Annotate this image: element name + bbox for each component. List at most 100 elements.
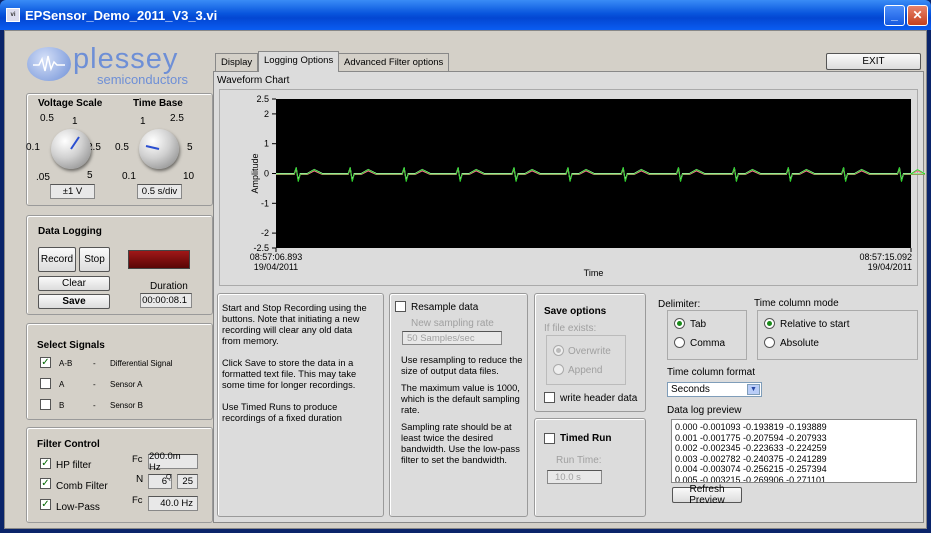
timed-run-panel: Timed Run Run Time: 10.0 s — [534, 418, 646, 517]
filter-control-panel: Filter Control ✓ HP filter Fc 200.0m Hz … — [26, 427, 213, 523]
scale-panel: Voltage Scale Time Base 0.5 1 0.1 2.5 .0… — [26, 93, 213, 206]
lp-fc-label: Fc — [132, 495, 143, 506]
signal-checkbox[interactable] — [40, 378, 51, 389]
hp-filter-label: HP filter — [56, 460, 92, 471]
save-options-title: Save options — [544, 306, 607, 317]
select-signals-title: Select Signals — [37, 340, 105, 351]
x-end-time: 08:57:15.092 — [859, 252, 912, 262]
preview-line: 0.004 -0.003074 -0.256215 -0.257394 — [675, 464, 827, 474]
sampling-rate-input[interactable]: 50 Samples/sec — [402, 331, 502, 345]
preview-line: 0.001 -0.001775 -0.207594 -0.207933 — [675, 432, 827, 443]
timed-run-label: Timed Run — [560, 433, 612, 444]
help-timed-text: Use Timed Runs to produce recordings of … — [222, 402, 342, 423]
time-tick: 5 — [187, 142, 193, 153]
tab-display[interactable]: Display — [215, 53, 259, 71]
recording-led — [128, 250, 190, 269]
voltage-tick: 1 — [72, 116, 78, 127]
data-logging-panel: Data Logging Record Stop Clear Save Dura… — [26, 215, 213, 315]
preview-box[interactable]: 0.000 -0.001093 -0.193819 -0.193889 0.001… — [671, 419, 917, 483]
preview-title: Data log preview — [667, 405, 742, 416]
data-logging-title: Data Logging — [38, 226, 102, 237]
minimize-button[interactable]: _ — [884, 5, 905, 26]
overwrite-radio[interactable] — [553, 345, 564, 356]
voltage-tick: 0.5 — [40, 113, 54, 124]
tab-logging-options[interactable]: Logging Options — [258, 51, 340, 72]
low-pass-checkbox[interactable]: ✓ — [40, 499, 51, 510]
resample-help-3: Sampling rate should be at least twice t… — [401, 422, 520, 465]
save-button[interactable]: Save — [38, 294, 110, 309]
write-header-label: write header data — [560, 393, 638, 404]
delimiter-tab-radio[interactable] — [674, 318, 685, 329]
comb-q-label: Q — [166, 474, 172, 481]
comb-n-label: N — [136, 474, 144, 485]
delimiter-comma-radio[interactable] — [674, 337, 685, 348]
lp-fc-input[interactable]: 40.0 Hz — [148, 496, 198, 511]
file-exists-group — [546, 335, 626, 385]
record-button[interactable]: Record — [38, 247, 76, 272]
signal-description: Sensor A — [110, 380, 143, 389]
time-tick: 2.5 — [170, 113, 184, 124]
signal-code: A-B — [59, 359, 73, 368]
time-format-title: Time column format — [667, 367, 755, 378]
time-mode-title: Time column mode — [754, 298, 839, 309]
run-time-input[interactable]: 10.0 s — [547, 470, 602, 484]
tab-advanced-filter-options[interactable]: Advanced Filter options — [338, 53, 450, 71]
hp-filter-checkbox[interactable]: ✓ — [40, 458, 51, 469]
signal-checkbox[interactable] — [40, 399, 51, 410]
preview-line: 0.000 -0.001093 -0.193819 -0.193889 — [675, 422, 827, 432]
time-base-knob[interactable] — [139, 129, 179, 169]
exit-button[interactable]: EXIT — [826, 53, 921, 70]
signal-code: B — [59, 401, 65, 410]
close-button[interactable]: ✕ — [907, 5, 928, 26]
time-base-title: Time Base — [133, 98, 183, 109]
vi-front-panel: plessey semiconductors Voltage Scale Tim… — [4, 30, 927, 529]
signal-description: Sensor B — [110, 401, 143, 410]
x-start-date: 19/04/2011 — [254, 262, 298, 272]
duration-label: Duration — [150, 281, 188, 292]
preview-line: 0.003 -0.002782 -0.240375 -0.241289 — [675, 453, 827, 464]
timed-run-checkbox[interactable] — [544, 433, 555, 444]
filter-control-title: Filter Control — [37, 439, 100, 450]
clear-button[interactable]: Clear — [38, 276, 110, 291]
time-format-select[interactable]: Seconds ▼ — [667, 382, 762, 397]
resample-help-1: Use resampling to reduce the size of out… — [401, 355, 523, 376]
delimiter-title: Delimiter: — [658, 299, 701, 310]
overwrite-label: Overwrite — [568, 346, 611, 357]
y-tick-label: 0 — [264, 169, 269, 179]
resample-checkbox[interactable] — [395, 301, 406, 312]
signal-dash: - — [93, 380, 96, 389]
y-tick-label: -1 — [261, 198, 269, 208]
preview-line: 0.002 -0.002345 -0.223633 -0.224259 — [675, 443, 827, 453]
chevron-down-icon[interactable]: ▼ — [747, 384, 760, 395]
x-axis-label: Time — [584, 268, 604, 278]
hp-fc-input[interactable]: 200.0m Hz — [148, 451, 198, 473]
write-header-checkbox[interactable] — [544, 392, 555, 403]
refresh-preview-button[interactable]: Refresh Preview — [672, 484, 742, 506]
time-mode-absolute-radio[interactable] — [764, 337, 775, 348]
time-mode-relative-label: Relative to start — [780, 319, 850, 330]
sampling-rate-label: New sampling rate — [411, 318, 494, 329]
voltage-scale-title: Voltage Scale — [38, 98, 103, 109]
comb-filter-checkbox[interactable]: ✓ — [40, 478, 51, 489]
signal-dash: - — [93, 401, 96, 410]
voltage-tick: 0.1 — [26, 142, 40, 153]
comb-q-input[interactable]: 25 — [177, 474, 198, 489]
duration-value: 00:00:08.1 — [140, 293, 192, 308]
time-mode-absolute-label: Absolute — [780, 338, 819, 349]
logo-subtitle: semiconductors — [97, 72, 189, 87]
time-tick: 0.1 — [122, 171, 136, 182]
plessey-logo: plessey semiconductors — [27, 43, 197, 91]
y-tick-label: 2 — [264, 109, 269, 119]
y-axis-label: Amplitude — [250, 153, 260, 193]
stop-button[interactable]: Stop — [79, 247, 110, 272]
comb-filter-label: Comb Filter — [56, 481, 108, 492]
signal-description: Differential Signal — [110, 359, 173, 368]
time-mode-relative-radio[interactable] — [764, 318, 775, 329]
help-panel: Start and Stop Recording using the butto… — [217, 293, 384, 517]
help-save-text: Click Save to store the data in a format… — [222, 358, 357, 390]
append-radio[interactable] — [553, 364, 564, 375]
voltage-scale-knob[interactable] — [51, 129, 91, 169]
delimiter-comma-label: Comma — [690, 338, 726, 349]
window-title: EPSensor_Demo_2011_V3_3.vi — [25, 7, 218, 23]
signal-checkbox[interactable]: ✓ — [40, 357, 51, 368]
